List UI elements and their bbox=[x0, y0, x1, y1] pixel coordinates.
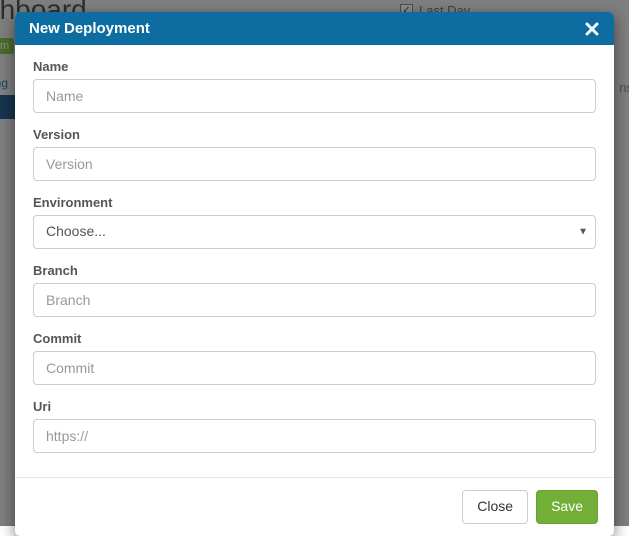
label-name: Name bbox=[33, 59, 596, 74]
field-branch: Branch bbox=[33, 263, 596, 317]
branch-input[interactable] bbox=[33, 283, 596, 317]
name-input[interactable] bbox=[33, 79, 596, 113]
field-environment: Environment Choose... ▼ bbox=[33, 195, 596, 249]
save-button[interactable]: Save bbox=[536, 490, 598, 524]
modal-header: New Deployment bbox=[15, 12, 614, 45]
field-name: Name bbox=[33, 59, 596, 113]
label-uri: Uri bbox=[33, 399, 596, 414]
modal-title: New Deployment bbox=[29, 20, 150, 37]
label-branch: Branch bbox=[33, 263, 596, 278]
label-commit: Commit bbox=[33, 331, 596, 346]
close-button[interactable]: Close bbox=[462, 490, 528, 524]
field-commit: Commit bbox=[33, 331, 596, 385]
modal-footer: Close Save bbox=[15, 477, 614, 536]
new-deployment-modal: New Deployment Name Version Environment … bbox=[15, 12, 614, 536]
modal-body: Name Version Environment Choose... ▼ Bra… bbox=[15, 45, 614, 477]
field-uri: Uri bbox=[33, 399, 596, 453]
version-input[interactable] bbox=[33, 147, 596, 181]
environment-select[interactable]: Choose... bbox=[33, 215, 596, 249]
label-environment: Environment bbox=[33, 195, 596, 210]
uri-input[interactable] bbox=[33, 419, 596, 453]
commit-input[interactable] bbox=[33, 351, 596, 385]
label-version: Version bbox=[33, 127, 596, 142]
close-icon[interactable] bbox=[584, 21, 600, 37]
field-version: Version bbox=[33, 127, 596, 181]
